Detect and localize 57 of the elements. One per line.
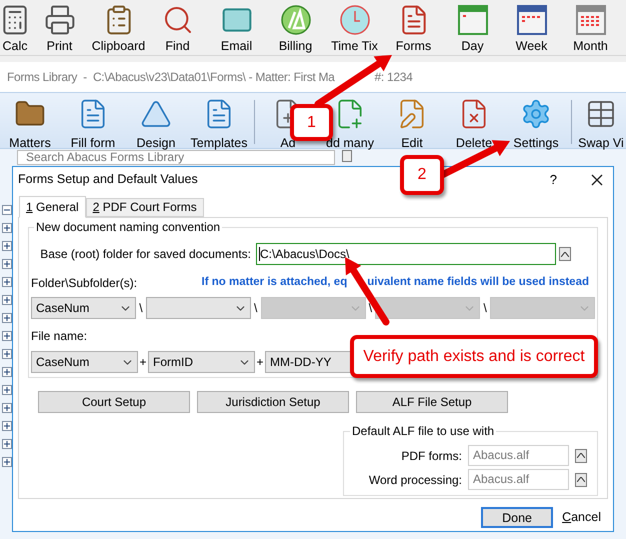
toolbar-button[interactable]: Week	[502, 4, 561, 56]
toolbar-button[interactable]: Matters	[0, 98, 60, 153]
group-title: New document naming convention	[34, 220, 222, 235]
tab[interactable]: 2 PDF Court Forms	[86, 198, 204, 217]
path-separator: \	[368, 300, 374, 317]
dropdown[interactable]: CaseNum	[31, 297, 136, 319]
setup-button[interactable]: ALF File Setup	[356, 391, 508, 413]
dropdown-value: CaseNum	[36, 300, 90, 317]
field-label: Base (root) folder for saved documents:	[39, 246, 251, 263]
dialog-title: Forms Setup and Default Values	[18, 171, 198, 188]
input-field[interactable]: Abacus.alf	[468, 469, 569, 490]
field-label: PDF forms:	[401, 448, 462, 464]
toolbar-button[interactable]: Billing	[266, 4, 325, 56]
dropdown-value: MM-DD-YY	[270, 354, 332, 371]
toolbar-button[interactable]: Fill form	[60, 98, 126, 153]
setup-button[interactable]: Court Setup	[38, 391, 190, 413]
search-field[interactable]: Search Abacus Forms Library	[17, 150, 335, 165]
toolbar-button[interactable]: Templates	[186, 98, 252, 153]
callout-tooltip: Verify path exists and is correct	[350, 335, 598, 378]
field-label: Word processing:	[368, 472, 462, 488]
plus-sign: +	[138, 354, 148, 371]
input-field[interactable]: Abacus.alf	[468, 445, 569, 466]
tab[interactable]: 1 General	[19, 196, 86, 218]
toolbar-button[interactable]: Delete	[443, 98, 505, 153]
help-button[interactable]: ?	[550, 170, 557, 190]
field-label: File name:	[31, 328, 88, 345]
toolbar-button[interactable]: Day	[443, 4, 502, 56]
dropdown[interactable]: CaseNum	[31, 351, 138, 373]
window-title: Forms Library - C:\Abacus\v23\Data01\Forms\ - Matter: First Ma	[7, 69, 335, 86]
toolbar-button[interactable]: Edit	[381, 98, 443, 153]
callout-tooltip: 2	[400, 155, 444, 195]
toolbar-button[interactable]: Email	[207, 4, 266, 56]
toolbar-button[interactable]: Print	[30, 4, 89, 56]
plus-sign: +	[255, 354, 264, 371]
toolbar-button[interactable]: Swap Vi	[576, 98, 626, 153]
setup-button[interactable]: Jurisdiction Setup	[197, 391, 349, 413]
dropdown-value: FormID	[153, 354, 193, 371]
path-separator: \	[138, 300, 144, 317]
path-separator: \	[252, 300, 258, 317]
path-separator: \	[482, 300, 488, 317]
field-label: Folder\Subfolder(s):	[31, 275, 138, 292]
toolbar-button[interactable]: Time Tix	[325, 4, 384, 56]
info-note: uivalent name fields will be used instead	[367, 275, 589, 290]
toolbar-button[interactable]: Forms	[384, 4, 443, 56]
toolbar-button[interactable]: Find	[148, 4, 207, 56]
toolbar-button[interactable]: Design	[126, 98, 186, 153]
info-note: If no matter is attached, eq	[202, 275, 348, 290]
input-field[interactable]: C:\Abacus\Docs\	[256, 243, 556, 265]
dropdown[interactable]: FormID	[148, 351, 255, 373]
done-button[interactable]: Done	[481, 507, 554, 528]
cancel-button[interactable]: Cancel	[562, 508, 601, 527]
toolbar-button[interactable]: Month	[561, 4, 620, 56]
toolbar-button[interactable]: Settings	[505, 98, 567, 153]
toolbar-button[interactable]: Clipboard	[89, 4, 148, 56]
toolbar-button[interactable]: Calc	[0, 4, 30, 56]
matter-number: #: 1234	[374, 69, 412, 86]
dropdown-value: CaseNum	[36, 354, 90, 371]
